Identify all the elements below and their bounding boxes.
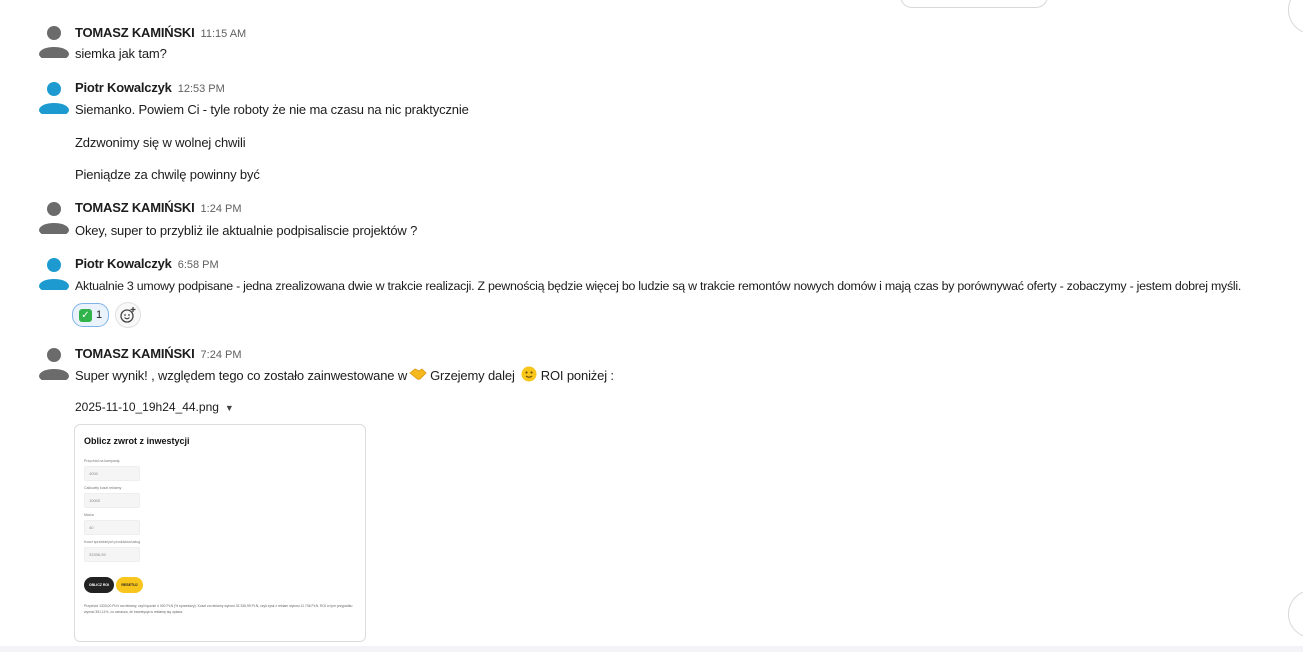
white-check-mark-icon: ✓ — [79, 308, 92, 322]
search-bar[interactable] — [900, 0, 1048, 8]
preview-label: Marża — [84, 513, 94, 517]
message-text: Siemanko. Powiem Ci - tyle roboty że nie… — [75, 102, 469, 117]
user-avatar-gray-icon[interactable] — [39, 24, 69, 58]
message-text: Pieniądze za chwilę powinny być — [75, 167, 260, 182]
preview-input: 4000 — [84, 466, 140, 481]
composer-area-edge — [0, 646, 1303, 652]
preview-label: Całkowity koszt reklamy — [84, 486, 122, 490]
message-header: TOMASZ KAMIŃSKI 7:24 PM — [75, 345, 242, 361]
author-name[interactable]: TOMASZ KAMIŃSKI — [75, 200, 195, 215]
message-header: Piotr Kowalczyk 12:53 PM — [75, 79, 225, 95]
timestamp[interactable]: 6:58 PM — [178, 259, 219, 271]
message-text-part: Super wynik! , względem tego co zostało … — [75, 368, 408, 383]
handshake-icon — [409, 367, 427, 384]
author-name[interactable]: Piotr Kowalczyk — [75, 80, 172, 95]
message-text: Okey, super to przybliż ile aktualnie po… — [75, 223, 418, 238]
timestamp[interactable]: 7:24 PM — [201, 349, 242, 361]
caret-down-icon[interactable]: ▼ — [225, 403, 234, 413]
author-name[interactable]: TOMASZ KAMIŃSKI — [75, 346, 195, 361]
timestamp[interactable]: 12:53 PM — [178, 83, 225, 95]
scroll-button-bottom[interactable] — [1288, 590, 1303, 638]
message-text: Super wynik! , względem tego co zostało … — [75, 366, 614, 385]
message-header: Piotr Kowalczyk 6:58 PM — [75, 255, 219, 271]
preview-input: 40 — [84, 520, 140, 535]
preview-input: 10000 — [84, 493, 140, 508]
user-avatar-gray-icon[interactable] — [39, 200, 69, 234]
preview-reset-button: RESETUJ — [116, 577, 143, 593]
attachment-filename-text[interactable]: 2025-11-10_19h24_44.png — [75, 400, 219, 414]
add-reaction-icon — [120, 307, 136, 323]
add-reaction-button[interactable] — [115, 302, 141, 328]
attachment-image-preview[interactable]: Oblicz zwrot z inwestycji Przychód na ka… — [74, 424, 366, 642]
message-text-part: ROI poniżej : — [540, 368, 614, 383]
user-avatar-blue-icon[interactable] — [39, 80, 69, 114]
preview-label: Koszt sprzedanych produktów/usług — [84, 540, 141, 544]
timestamp[interactable]: 1:24 PM — [201, 203, 242, 215]
preview-calculate-button: OBLICZ ROI — [84, 577, 114, 593]
preview-input: 33336,99 — [84, 547, 140, 562]
chat-pane: TOMASZ KAMIŃSKI 11:15 AM siemka jak tam? … — [0, 0, 1303, 652]
author-name[interactable]: Piotr Kowalczyk — [75, 256, 172, 271]
author-name[interactable]: TOMASZ KAMIŃSKI — [75, 25, 195, 40]
slightly-smiling-face-icon — [521, 366, 537, 385]
message-text: Aktualnie 3 umowy podpisane - jedna zrea… — [75, 279, 1242, 293]
reaction-pill[interactable]: ✓ 1 — [72, 303, 110, 327]
user-avatar-blue-icon[interactable] — [39, 256, 69, 290]
preview-result-text: Przychód 1333,00 PLN na reklamy, czyli ł… — [84, 604, 353, 614]
reaction-count: 1 — [96, 309, 103, 321]
message-header: TOMASZ KAMIŃSKI 11:15 AM — [75, 24, 246, 40]
message-text: Zdzwonimy się w wolnej chwili — [75, 135, 246, 150]
scroll-button-top[interactable] — [1288, 0, 1303, 34]
message-header: TOMASZ KAMIŃSKI 1:24 PM — [75, 199, 242, 215]
message-text-part: Grzejemy dalej — [430, 368, 515, 383]
attachment-filename[interactable]: 2025-11-10_19h24_44.png ▼ — [75, 400, 234, 414]
user-avatar-gray-icon[interactable] — [39, 346, 69, 380]
preview-label: Przychód na kampanię — [84, 459, 120, 463]
preview-title: Oblicz zwrot z inwestycji — [84, 436, 190, 446]
message-text: siemka jak tam? — [75, 46, 167, 61]
timestamp[interactable]: 11:15 AM — [201, 28, 247, 40]
